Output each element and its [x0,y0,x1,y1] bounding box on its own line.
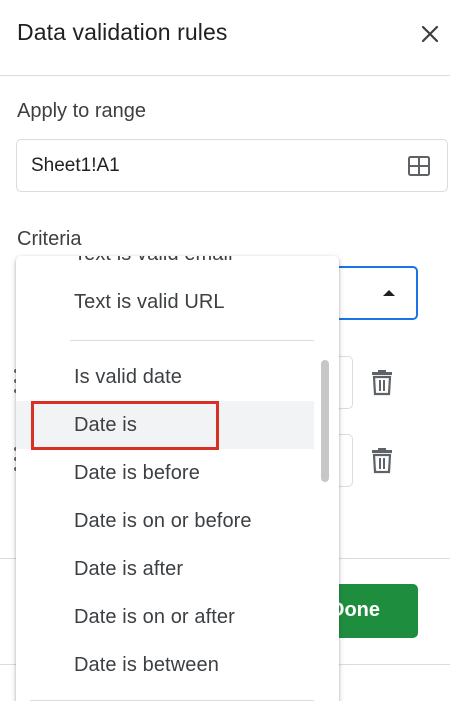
menu-item-date-is-on-or-after[interactable]: Date is on or after [16,593,314,641]
close-button[interactable] [414,18,446,50]
menu-item-date-is-on-or-before[interactable]: Date is on or before [16,497,314,545]
range-input[interactable]: Sheet1!A1 [16,139,448,192]
menu-item-label: Text is valid email [74,256,233,266]
grid-select-icon[interactable] [407,154,431,178]
menu-item-label: Date is after [74,558,184,580]
criteria-select[interactable] [330,266,418,320]
menu-item-is-valid-date[interactable]: Is valid date [16,353,314,401]
dropdown-scrollbar[interactable] [321,360,329,482]
header-divider [0,75,450,76]
menu-item-date-is-before[interactable]: Date is before [16,449,314,497]
menu-item-label: Date is on or before [74,510,252,532]
apply-range-label: Apply to range [17,100,146,122]
menu-item-label: Text is valid URL [74,291,225,313]
range-value: Sheet1!A1 [31,155,120,176]
menu-item-text-is-valid-email[interactable]: Text is valid email [16,256,314,278]
menu-item-label: Date is before [74,462,200,484]
caret-up-icon [383,290,395,296]
highlight-annotation [31,401,219,450]
trash-icon[interactable] [370,368,394,396]
menu-item-label: Date is between [74,654,219,676]
trash-icon[interactable] [370,446,394,474]
menu-item-date-is-after[interactable]: Date is after [16,545,314,593]
panel-title: Data validation rules [17,19,228,45]
menu-item-text-is-valid-url[interactable]: Text is valid URL [16,278,314,326]
menu-divider [70,340,314,341]
criteria-label: Criteria [17,228,82,250]
close-icon [421,25,439,43]
menu-item-label: Is valid date [74,366,183,388]
menu-item-date-is-between[interactable]: Date is between [16,641,314,689]
menu-item-label: Date is on or after [74,606,235,628]
criteria-dropdown-menu: Text is valid email Text is valid URL Is… [16,256,339,701]
